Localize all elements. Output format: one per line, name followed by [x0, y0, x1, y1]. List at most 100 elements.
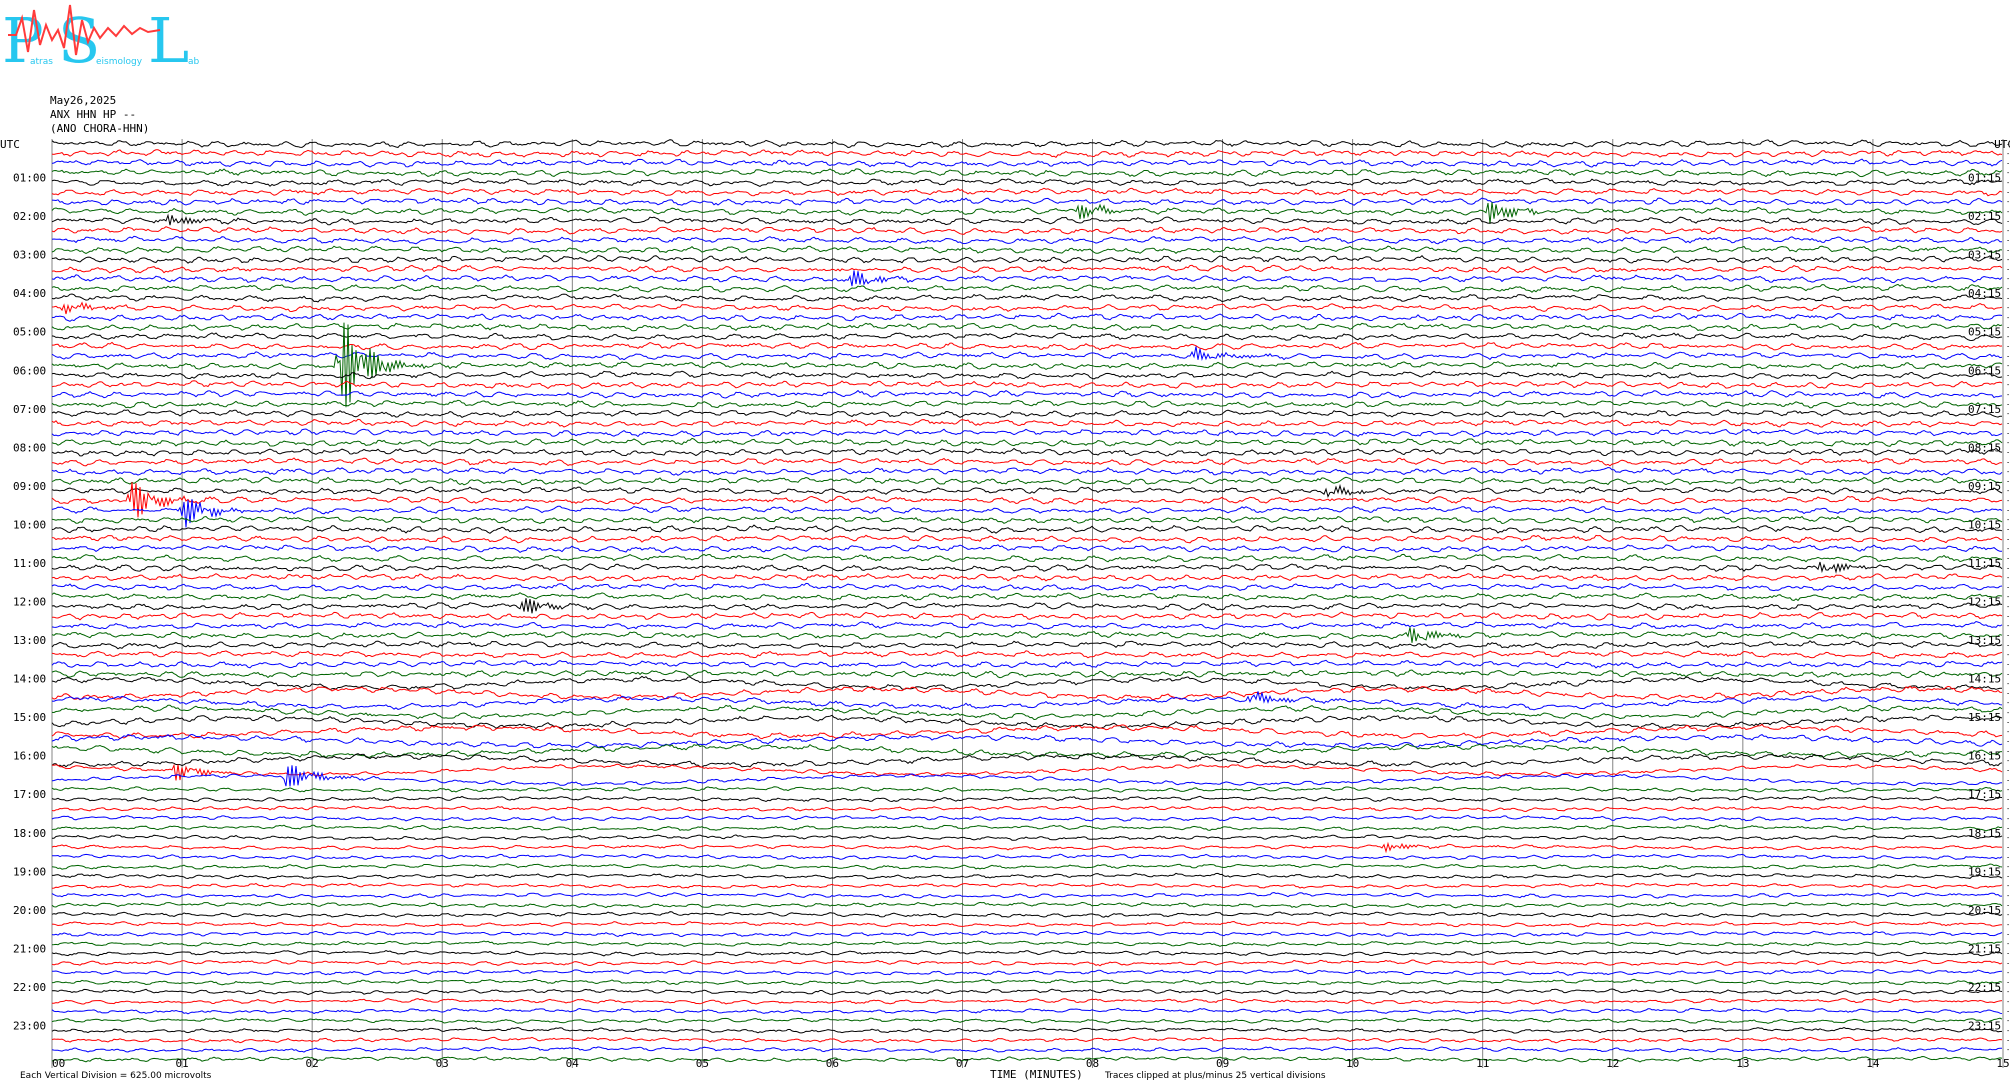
trace-offset-label: -9664: [2006, 959, 2010, 967]
trace-line-41: [51, 534, 2003, 544]
trace-line-51: [51, 627, 2003, 643]
trace-offset-label: -9173: [2006, 458, 2010, 466]
trace-line-85: [51, 959, 2003, 967]
right-time-label: 19:15: [1968, 865, 2001, 878]
trace-line-5: [51, 187, 2003, 197]
trace-line-12: [51, 254, 2003, 264]
trace-line-79: [51, 901, 2003, 909]
trace-line-34: [51, 466, 2003, 476]
left-time-label: 16:00: [13, 750, 46, 763]
trace-line-32: [51, 447, 2003, 457]
trace-line-95: [51, 1055, 2003, 1063]
trace-offset-label: -9234: [2006, 709, 2010, 717]
trace-line-61: [51, 723, 2003, 740]
trace-line-84: [51, 950, 2003, 957]
trace-offset-label: -9586: [2006, 140, 2010, 148]
trace-line-89: [51, 998, 2003, 1005]
trace-line-71: [51, 824, 2003, 832]
trace-line-75: [51, 863, 2003, 870]
trace-offset-label: -8147: [2006, 699, 2010, 707]
trace-offset-label: -9765: [2006, 815, 2010, 823]
trace-line-73: [51, 841, 2003, 854]
left-time-label: 04:00: [13, 287, 46, 300]
left-time-label: 13:00: [13, 634, 46, 647]
trace-offset-label: -8839: [2006, 506, 2010, 514]
x-tick-label-05: 05: [696, 1057, 709, 1070]
right-time-label: 12:15: [1968, 596, 2001, 609]
x-tick-label-07: 07: [956, 1057, 969, 1070]
trace-line-6: [51, 197, 2003, 206]
trace-offset-label: -9591: [2006, 950, 2010, 958]
trace-offset-label: -9591: [2006, 266, 2010, 274]
left-time-label: 23:00: [13, 1019, 46, 1032]
trace-line-36: [51, 483, 2003, 499]
trace-line-2: [51, 158, 2003, 168]
trace-offset-label: -9735: [2006, 834, 2010, 842]
trace-line-15: [51, 283, 2003, 293]
left-time-label: 20:00: [13, 904, 46, 917]
x-tick-label-13: 13: [1736, 1057, 1749, 1070]
trace-line-90: [51, 1007, 2003, 1015]
trace-line-83: [51, 940, 2003, 947]
trace-line-63: [51, 743, 2003, 759]
trace-line-48: [51, 598, 2003, 614]
trace-line-14: [51, 270, 2003, 287]
trace-line-1: [51, 149, 2003, 158]
trace-line-16: [51, 293, 2003, 303]
trace-line-42: [51, 544, 2002, 554]
trace-offset-label: -9292: [2006, 584, 2010, 592]
trace-offset-label: -9712: [2006, 844, 2010, 852]
trace-offset-label: -9165: [2006, 564, 2010, 572]
trace-line-56: [51, 675, 2003, 691]
trace-offset-label: -9312: [2006, 208, 2010, 216]
x-tick-label-15: 15: [1996, 1057, 2009, 1070]
trace-offset-label: -9727: [2006, 786, 2010, 794]
trace-offset-label: -9521: [2006, 1046, 2010, 1054]
right-time-label: 06:15: [1968, 364, 2001, 377]
trace-line-76: [52, 872, 2003, 880]
trace-offset-label: -9615: [2006, 979, 2010, 987]
trace-offset-label: -8882: [2006, 449, 2010, 457]
right-time-label: 02:15: [1968, 210, 2001, 223]
x-tick-label-12: 12: [1606, 1057, 1619, 1070]
right-time-label: 04:15: [1968, 287, 2001, 300]
trace-group: [51, 139, 2003, 1063]
trace-line-81: [51, 920, 2003, 928]
trace-line-10: [51, 235, 2003, 245]
trace-offset-label: -8504: [2006, 680, 2010, 688]
trace-offset-label: -9644: [2006, 988, 2010, 996]
trace-line-30: [51, 428, 2003, 438]
trace-line-8: [51, 213, 2003, 226]
trace-offset-label: -9590: [2006, 853, 2010, 861]
trace-offset-label: -9411: [2006, 304, 2010, 312]
trace-offset-label: -9073: [2006, 410, 2010, 418]
x-tick-label-10: 10: [1346, 1057, 1359, 1070]
left-time-label: 15:00: [13, 711, 46, 724]
right-time-label: 10:15: [1968, 518, 2001, 531]
right-time-label: 03:15: [1968, 249, 2001, 262]
trace-offset-label: -9588: [2006, 150, 2010, 158]
trace-line-93: [51, 1036, 2003, 1044]
left-time-label: 22:00: [13, 981, 46, 994]
right-time-label: 20:15: [1968, 904, 2001, 917]
trace-offset-label: -9372: [2006, 294, 2010, 302]
trace-line-39: [51, 515, 2003, 525]
trace-offset-label: -9054: [2006, 420, 2010, 428]
x-tick-label-08: 08: [1086, 1057, 1099, 1070]
right-time-labels: 01:15 02:15 03:15 04:15 05:15 06:15 07:15 08:15…: [1968, 172, 2001, 1033]
trace-line-80: [51, 911, 2003, 918]
trace-offset-label: -9224: [2006, 603, 2010, 611]
trace-offset-label: -9680: [2006, 824, 2010, 832]
trace-line-55: [51, 669, 2003, 679]
trace-line-4: [51, 177, 2003, 187]
trace-line-43: [51, 553, 2003, 563]
trace-offset-label: -8846: [2006, 478, 2010, 486]
trace-line-26: [51, 389, 2003, 399]
trace-line-9: [51, 226, 2003, 235]
logo-small-text-1: atras: [30, 57, 53, 67]
trace-offset-label: -9698: [2006, 728, 2010, 736]
trace-line-64: [51, 753, 2003, 768]
trace-offset-label: -9465: [2006, 217, 2010, 225]
trace-line-58: [51, 691, 2003, 711]
right-time-label: 05:15: [1968, 326, 2001, 339]
